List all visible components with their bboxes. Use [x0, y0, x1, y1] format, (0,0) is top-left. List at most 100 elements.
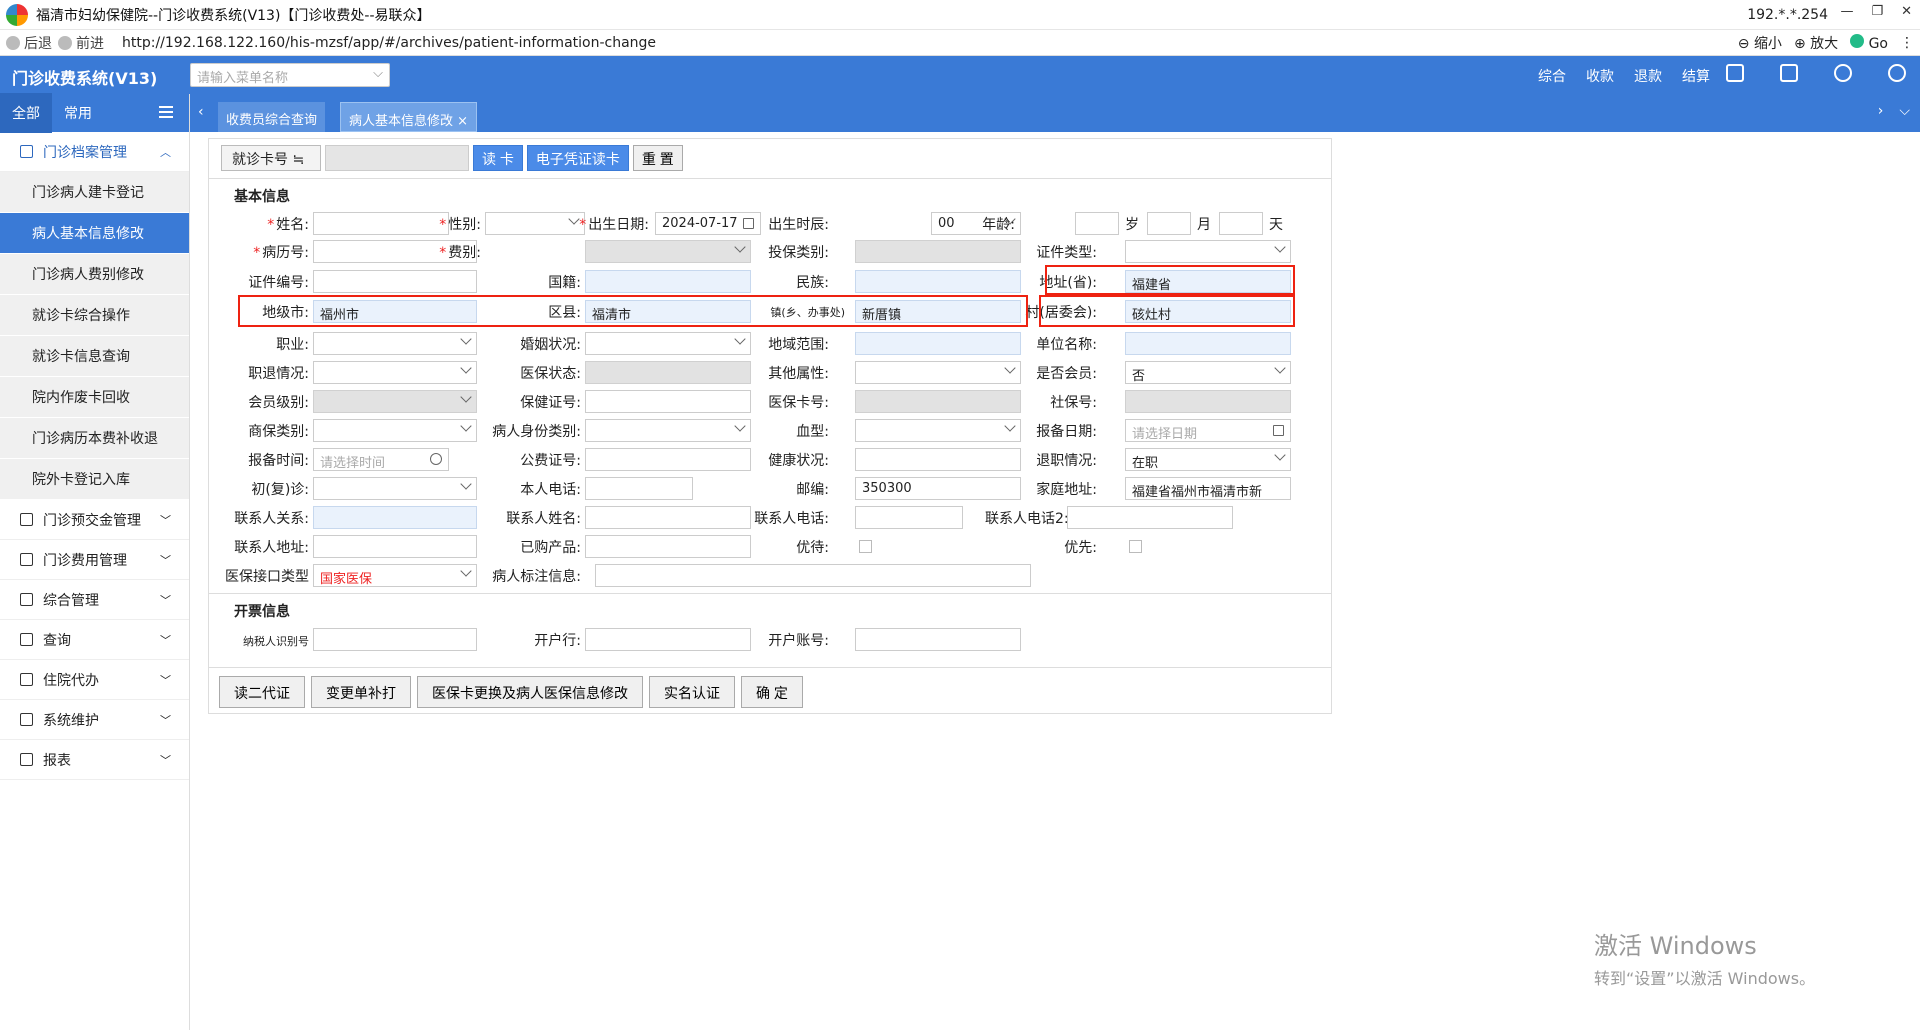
social-no-input[interactable]	[1125, 390, 1291, 413]
insurance-type-input[interactable]	[855, 240, 1021, 263]
contact-rel-input[interactable]	[313, 506, 477, 529]
village-input[interactable]: 硋灶村	[1125, 300, 1291, 323]
sidebar-item-record-book-fee[interactable]: 门诊病历本费补收退	[0, 418, 189, 459]
sidebar-group-archive[interactable]: 门诊档案管理 ︿	[0, 132, 189, 172]
document-icon[interactable]	[1780, 64, 1798, 82]
address-bar[interactable]: http://192.168.122.160/his-mzsf/app/#/ar…	[122, 35, 656, 51]
restore-icon[interactable]: ❐	[1871, 4, 1883, 19]
taxpayer-id-input[interactable]	[313, 628, 477, 651]
chevron-right-icon[interactable]: ›	[1878, 103, 1884, 119]
town-input[interactable]: 新厝镇	[855, 300, 1021, 323]
sidebar-item-patient-info-change[interactable]: 病人基本信息修改	[0, 213, 189, 254]
patient-id-type-select[interactable]	[585, 419, 751, 442]
ins-card-change-button[interactable]: 医保卡更换及病人医保信息修改	[417, 676, 643, 708]
occupation-select[interactable]	[313, 332, 477, 355]
blood-select[interactable]	[855, 419, 1021, 442]
filing-time-input[interactable]: 请选择时间	[313, 448, 449, 471]
purchased-input[interactable]	[585, 535, 751, 558]
employer-input[interactable]	[1125, 332, 1291, 355]
contact-addr-input[interactable]	[313, 535, 477, 558]
ins-interface-select[interactable]: 国家医保	[313, 564, 477, 587]
region-input[interactable]	[855, 332, 1021, 355]
postal-input[interactable]: 350300	[855, 477, 1021, 500]
home-addr-input[interactable]: 福建省福州市福清市新	[1125, 477, 1291, 500]
nationality-input[interactable]	[585, 270, 751, 293]
sidebar-item-external-card[interactable]: 院外卡登记入库	[0, 459, 189, 500]
sidebar-group-reports[interactable]: 报表 ﹀	[0, 740, 189, 780]
phone-input[interactable]	[585, 477, 693, 500]
read-id-card-button[interactable]: 读二代证	[219, 676, 305, 708]
health-status-input[interactable]	[855, 448, 1021, 471]
patient-mark-input[interactable]	[595, 564, 1031, 587]
ins-status-input[interactable]	[585, 361, 751, 384]
preferential-checkbox[interactable]	[859, 540, 872, 553]
sidebar-tab-all[interactable]: 全部	[0, 93, 52, 133]
county-input[interactable]: 福清市	[585, 300, 751, 323]
header-link-refund[interactable]: 退款	[1634, 66, 1662, 86]
e-voucher-read-button[interactable]: 电子凭证读卡	[526, 145, 629, 171]
age-day-input[interactable]	[1219, 212, 1263, 235]
reset-button[interactable]: 重 置	[632, 145, 683, 171]
public-cert-input[interactable]	[585, 448, 751, 471]
retire-select[interactable]	[313, 361, 477, 384]
contact-name-input[interactable]	[585, 506, 751, 529]
social-security-icon[interactable]	[1834, 64, 1852, 82]
commercial-select[interactable]	[313, 419, 477, 442]
card-number-label[interactable]: 就诊卡号 ≒	[221, 145, 321, 171]
province-input[interactable]: 福建省	[1125, 270, 1291, 293]
card-icon[interactable]	[1726, 64, 1744, 82]
id-type-select[interactable]	[1125, 240, 1291, 263]
sidebar-item-fee-type-change[interactable]: 门诊病人费别修改	[0, 254, 189, 295]
sidebar-group-query[interactable]: 查询 ﹀	[0, 620, 189, 660]
sidebar-item-card-register[interactable]: 门诊病人建卡登记	[0, 172, 189, 213]
age-month-input[interactable]	[1147, 212, 1191, 235]
sidebar-group-fees[interactable]: 门诊费用管理 ﹀	[0, 540, 189, 580]
sidebar-group-system[interactable]: 系统维护 ﹀	[0, 700, 189, 740]
chevron-down-icon[interactable]: ⌵	[1899, 103, 1910, 119]
other-attr-select[interactable]	[855, 361, 1021, 384]
ethnicity-input[interactable]	[855, 270, 1021, 293]
sidebar-group-prepay[interactable]: 门诊预交金管理 ﹀	[0, 500, 189, 540]
reprint-change-button[interactable]: 变更单补打	[311, 676, 411, 708]
minimize-icon[interactable]: —	[1840, 4, 1853, 19]
close-icon[interactable]: ✕	[1901, 4, 1912, 19]
retire-status-select[interactable]: 在职	[1125, 448, 1291, 471]
account-input[interactable]	[855, 628, 1021, 651]
menu-search-select[interactable]: 请输入菜单名称 ⌵	[190, 63, 390, 87]
header-link-settle[interactable]: 结算	[1682, 66, 1710, 86]
age-year-input[interactable]	[1075, 212, 1119, 235]
zoom-out-button[interactable]: ⊖ 缩小	[1738, 33, 1782, 53]
real-name-auth-button[interactable]: 实名认证	[649, 676, 735, 708]
chevron-left-icon[interactable]: ‹	[198, 104, 204, 120]
forward-button[interactable]: 前进	[58, 33, 104, 53]
sidebar-item-card-query[interactable]: 就诊卡信息查询	[0, 336, 189, 377]
filing-date-input[interactable]: 请选择日期	[1125, 419, 1291, 442]
priority-checkbox[interactable]	[1129, 540, 1142, 553]
tab-patient-info-change[interactable]: 病人基本信息修改 ×	[340, 102, 478, 132]
city-input[interactable]: 福州市	[313, 300, 477, 323]
contact-phone2-input[interactable]	[1067, 506, 1233, 529]
bank-input[interactable]	[585, 628, 751, 651]
marital-select[interactable]	[585, 332, 751, 355]
member-select[interactable]: 否	[1125, 361, 1291, 384]
member-level-select[interactable]	[313, 390, 477, 413]
sidebar-group-inpatient[interactable]: 住院代办 ﹀	[0, 660, 189, 700]
sidebar-group-general[interactable]: 综合管理 ﹀	[0, 580, 189, 620]
zoom-in-button[interactable]: ⊕ 放大	[1794, 33, 1838, 53]
contact-phone-input[interactable]	[855, 506, 963, 529]
sidebar-item-void-card-recycle[interactable]: 院内作废卡回收	[0, 377, 189, 418]
sidebar-tab-favorites[interactable]: 常用	[52, 93, 104, 133]
menu-toggle-icon[interactable]	[159, 106, 173, 121]
header-link-comprehensive[interactable]: 综合	[1538, 66, 1566, 86]
health-cert-input[interactable]	[585, 390, 751, 413]
header-link-collect[interactable]: 收款	[1586, 66, 1614, 86]
back-button[interactable]: 后退	[6, 33, 52, 53]
fee-type-select[interactable]	[585, 240, 751, 263]
visit-select[interactable]	[313, 477, 477, 500]
confirm-button[interactable]: 确 定	[741, 676, 803, 708]
card-number-input[interactable]	[325, 145, 469, 171]
read-card-button[interactable]: 读 卡	[473, 145, 523, 171]
birth-date-input[interactable]: 2024-07-17	[655, 212, 761, 235]
id-no-input[interactable]	[313, 270, 477, 293]
tab-cashier-query[interactable]: 收费员综合查询	[218, 102, 326, 132]
